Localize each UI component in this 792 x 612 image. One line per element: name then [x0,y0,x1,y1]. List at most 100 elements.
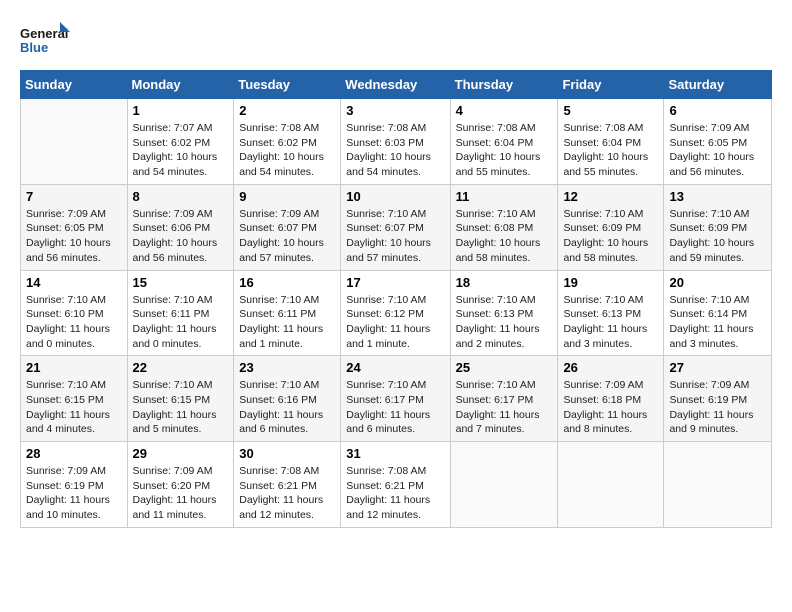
day-info: Sunrise: 7:10 AM Sunset: 6:10 PM Dayligh… [26,293,122,352]
calendar-cell: 16 Sunrise: 7:10 AM Sunset: 6:11 PM Dayli… [234,270,341,356]
day-info: Sunrise: 7:10 AM Sunset: 6:13 PM Dayligh… [456,293,553,352]
col-header-friday: Friday [558,71,664,99]
day-number: 10 [346,189,444,204]
calendar-cell: 15 Sunrise: 7:10 AM Sunset: 6:11 PM Dayli… [127,270,234,356]
day-number: 3 [346,103,444,118]
day-number: 5 [563,103,658,118]
calendar-cell: 18 Sunrise: 7:10 AM Sunset: 6:13 PM Dayli… [450,270,558,356]
calendar-cell: 30 Sunrise: 7:08 AM Sunset: 6:21 PM Dayli… [234,442,341,528]
calendar-cell: 13Sunrise: 7:10 AM Sunset: 6:09 PM Dayli… [664,184,772,270]
calendar-cell: 14 Sunrise: 7:10 AM Sunset: 6:10 PM Dayli… [21,270,128,356]
calendar-cell: 28 Sunrise: 7:09 AM Sunset: 6:19 PM Dayli… [21,442,128,528]
col-header-wednesday: Wednesday [341,71,450,99]
calendar-week-row: 14 Sunrise: 7:10 AM Sunset: 6:10 PM Dayli… [21,270,772,356]
calendar-cell: 24Sunrise: 7:10 AM Sunset: 6:17 PM Dayli… [341,356,450,442]
day-number: 12 [563,189,658,204]
day-info: Sunrise: 7:10 AM Sunset: 6:07 PM Dayligh… [346,207,444,266]
day-number: 30 [239,446,335,461]
calendar-cell: 27 Sunrise: 7:09 AM Sunset: 6:19 PM Dayli… [664,356,772,442]
page-header: GeneralBlue [20,20,772,60]
day-number: 19 [563,275,658,290]
calendar-cell: 31Sunrise: 7:08 AM Sunset: 6:21 PM Dayli… [341,442,450,528]
calendar-cell: 4 Sunrise: 7:08 AM Sunset: 6:04 PM Daylig… [450,99,558,185]
day-info: Sunrise: 7:09 AM Sunset: 6:18 PM Dayligh… [563,378,658,437]
day-number: 14 [26,275,122,290]
calendar-cell: 11 Sunrise: 7:10 AM Sunset: 6:08 PM Dayli… [450,184,558,270]
day-number: 9 [239,189,335,204]
day-info: Sunrise: 7:09 AM Sunset: 6:19 PM Dayligh… [669,378,766,437]
logo-icon: GeneralBlue [20,20,70,60]
day-info: Sunrise: 7:07 AM Sunset: 6:02 PM Dayligh… [133,121,229,180]
day-info: Sunrise: 7:10 AM Sunset: 6:15 PM Dayligh… [133,378,229,437]
day-info: Sunrise: 7:10 AM Sunset: 6:11 PM Dayligh… [239,293,335,352]
calendar-body: 1Sunrise: 7:07 AM Sunset: 6:02 PM Daylig… [21,99,772,528]
day-info: Sunrise: 7:10 AM Sunset: 6:17 PM Dayligh… [346,378,444,437]
day-number: 29 [133,446,229,461]
day-number: 22 [133,360,229,375]
day-number: 28 [26,446,122,461]
day-info: Sunrise: 7:08 AM Sunset: 6:21 PM Dayligh… [239,464,335,523]
day-number: 16 [239,275,335,290]
day-number: 4 [456,103,553,118]
day-info: Sunrise: 7:10 AM Sunset: 6:09 PM Dayligh… [669,207,766,266]
day-info: Sunrise: 7:09 AM Sunset: 6:19 PM Dayligh… [26,464,122,523]
logo: GeneralBlue [20,20,70,60]
day-number: 2 [239,103,335,118]
calendar-cell: 8 Sunrise: 7:09 AM Sunset: 6:06 PM Daylig… [127,184,234,270]
calendar-cell [21,99,128,185]
calendar-cell: 21 Sunrise: 7:10 AM Sunset: 6:15 PM Dayli… [21,356,128,442]
calendar-cell: 26 Sunrise: 7:09 AM Sunset: 6:18 PM Dayli… [558,356,664,442]
calendar-cell: 20 Sunrise: 7:10 AM Sunset: 6:14 PM Dayli… [664,270,772,356]
calendar-header-row: SundayMondayTuesdayWednesdayThursdayFrid… [21,71,772,99]
col-header-tuesday: Tuesday [234,71,341,99]
calendar-cell: 3 Sunrise: 7:08 AM Sunset: 6:03 PM Daylig… [341,99,450,185]
calendar-cell: 6Sunrise: 7:09 AM Sunset: 6:05 PM Daylig… [664,99,772,185]
day-info: Sunrise: 7:09 AM Sunset: 6:06 PM Dayligh… [133,207,229,266]
calendar-table: SundayMondayTuesdayWednesdayThursdayFrid… [20,70,772,528]
calendar-cell: 23 Sunrise: 7:10 AM Sunset: 6:16 PM Dayli… [234,356,341,442]
day-info: Sunrise: 7:10 AM Sunset: 6:09 PM Dayligh… [563,207,658,266]
calendar-cell: 29 Sunrise: 7:09 AM Sunset: 6:20 PM Dayli… [127,442,234,528]
calendar-week-row: 28 Sunrise: 7:09 AM Sunset: 6:19 PM Dayli… [21,442,772,528]
day-info: Sunrise: 7:10 AM Sunset: 6:15 PM Dayligh… [26,378,122,437]
day-info: Sunrise: 7:10 AM Sunset: 6:12 PM Dayligh… [346,293,444,352]
day-info: Sunrise: 7:10 AM Sunset: 6:14 PM Dayligh… [669,293,766,352]
day-number: 20 [669,275,766,290]
day-number: 18 [456,275,553,290]
calendar-cell: 19 Sunrise: 7:10 AM Sunset: 6:13 PM Dayli… [558,270,664,356]
day-info: Sunrise: 7:10 AM Sunset: 6:13 PM Dayligh… [563,293,658,352]
day-number: 25 [456,360,553,375]
day-number: 26 [563,360,658,375]
calendar-cell: 9Sunrise: 7:09 AM Sunset: 6:07 PM Daylig… [234,184,341,270]
calendar-cell [450,442,558,528]
calendar-cell [664,442,772,528]
day-number: 23 [239,360,335,375]
day-info: Sunrise: 7:08 AM Sunset: 6:21 PM Dayligh… [346,464,444,523]
day-info: Sunrise: 7:10 AM Sunset: 6:08 PM Dayligh… [456,207,553,266]
calendar-cell: 1Sunrise: 7:07 AM Sunset: 6:02 PM Daylig… [127,99,234,185]
calendar-cell: 22 Sunrise: 7:10 AM Sunset: 6:15 PM Dayli… [127,356,234,442]
day-info: Sunrise: 7:08 AM Sunset: 6:04 PM Dayligh… [456,121,553,180]
day-number: 15 [133,275,229,290]
col-header-sunday: Sunday [21,71,128,99]
day-info: Sunrise: 7:08 AM Sunset: 6:04 PM Dayligh… [563,121,658,180]
day-info: Sunrise: 7:10 AM Sunset: 6:11 PM Dayligh… [133,293,229,352]
col-header-monday: Monday [127,71,234,99]
day-info: Sunrise: 7:09 AM Sunset: 6:20 PM Dayligh… [133,464,229,523]
calendar-cell: 5 Sunrise: 7:08 AM Sunset: 6:04 PM Daylig… [558,99,664,185]
col-header-saturday: Saturday [664,71,772,99]
day-info: Sunrise: 7:08 AM Sunset: 6:03 PM Dayligh… [346,121,444,180]
calendar-cell: 10 Sunrise: 7:10 AM Sunset: 6:07 PM Dayli… [341,184,450,270]
day-number: 7 [26,189,122,204]
calendar-week-row: 21 Sunrise: 7:10 AM Sunset: 6:15 PM Dayli… [21,356,772,442]
day-number: 27 [669,360,766,375]
day-info: Sunrise: 7:10 AM Sunset: 6:16 PM Dayligh… [239,378,335,437]
day-number: 6 [669,103,766,118]
day-info: Sunrise: 7:08 AM Sunset: 6:02 PM Dayligh… [239,121,335,180]
calendar-week-row: 1Sunrise: 7:07 AM Sunset: 6:02 PM Daylig… [21,99,772,185]
day-number: 11 [456,189,553,204]
day-number: 8 [133,189,229,204]
day-number: 17 [346,275,444,290]
calendar-cell: 25Sunrise: 7:10 AM Sunset: 6:17 PM Dayli… [450,356,558,442]
day-number: 21 [26,360,122,375]
